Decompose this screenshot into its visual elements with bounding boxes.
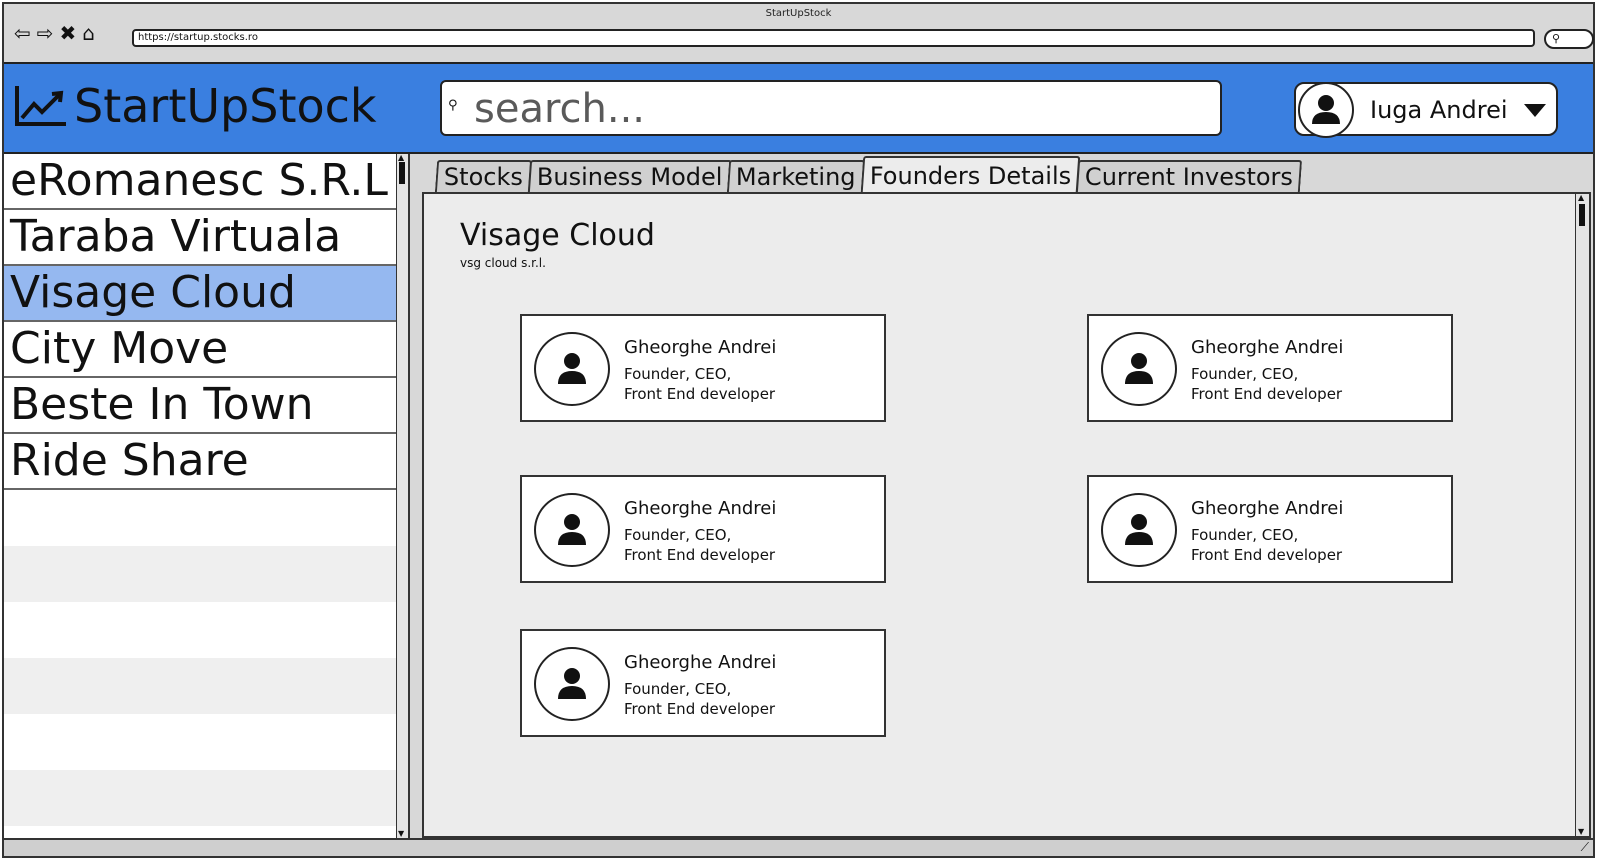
sidebar-item-city-move[interactable]: City Move	[4, 322, 396, 378]
founder-role: Founder, CEO,	[1191, 365, 1299, 383]
tab-business-model[interactable]: Business Model	[527, 160, 732, 192]
startup-sidebar: eRomanesc S.R.L Taraba Virtuala Visage C…	[4, 154, 410, 838]
browser-window: StartUpStock ⇦ ⇨ ✖ ⌂ https://startup.sto…	[2, 2, 1595, 858]
person-icon	[534, 493, 610, 567]
sidebar-item-label: City Move	[10, 323, 229, 374]
sidebar-item-visage-cloud[interactable]: Visage Cloud	[4, 266, 396, 322]
back-arrow-icon[interactable]: ⇦	[14, 22, 31, 44]
founder-name: Gheorghe Andrei	[1191, 498, 1344, 519]
status-bar: ⟋	[4, 838, 1593, 856]
tab-bar: Stocks Business Model Marketing Founders…	[434, 156, 1303, 192]
sidebar-scrollbar[interactable]: ▲ ▼	[396, 154, 408, 838]
sidebar-empty-row	[4, 658, 396, 714]
sidebar-empty-row	[4, 714, 396, 770]
founder-name: Gheorghe Andrei	[624, 498, 777, 519]
tab-label: Stocks	[443, 163, 523, 191]
sidebar-item-beste-in-town[interactable]: Beste In Town	[4, 378, 396, 434]
browser-title: StartUpStock	[765, 8, 832, 19]
founder-role: Founder, CEO,	[624, 365, 732, 383]
scroll-thumb[interactable]	[1579, 204, 1585, 226]
founder-role-detail: Front End developer	[1191, 385, 1343, 403]
founder-role-detail: Front End developer	[1191, 546, 1343, 564]
person-icon	[1101, 493, 1177, 567]
search-icon: ⚲	[448, 98, 458, 113]
person-icon	[534, 332, 610, 406]
founder-card[interactable]: Gheorghe Andrei Founder, CEO, Front End …	[520, 475, 886, 583]
user-avatar-icon	[1298, 82, 1354, 138]
tab-marketing[interactable]: Marketing	[727, 160, 866, 192]
logo-text: StartUpStock	[74, 79, 377, 133]
tab-stocks[interactable]: Stocks	[434, 160, 533, 192]
founder-role: Founder, CEO,	[624, 680, 732, 698]
founder-role-detail: Front End developer	[624, 546, 776, 564]
app-header: StartUpStock ⚲ Iuga Andrei	[4, 62, 1593, 154]
sidebar-empty-row	[4, 770, 396, 826]
tab-label: Business Model	[536, 163, 723, 191]
home-icon[interactable]: ⌂	[82, 22, 95, 44]
company-name: Visage Cloud	[460, 218, 655, 253]
tab-founders-details[interactable]: Founders Details	[860, 156, 1081, 192]
founder-role: Founder, CEO,	[1191, 526, 1299, 544]
search-icon: ⚲	[1552, 32, 1561, 45]
sidebar-item-eromanesc[interactable]: eRomanesc S.R.L	[4, 154, 396, 210]
search-box[interactable]: ⚲	[440, 80, 1222, 136]
forward-arrow-icon[interactable]: ⇨	[37, 22, 54, 44]
founder-card[interactable]: Gheorghe Andrei Founder, CEO, Front End …	[520, 314, 886, 422]
founder-role: Founder, CEO,	[624, 526, 732, 544]
sidebar-item-label: eRomanesc S.R.L	[10, 155, 388, 206]
founder-card[interactable]: Gheorghe Andrei Founder, CEO, Front End …	[1087, 475, 1453, 583]
chevron-down-icon	[1524, 104, 1546, 117]
founder-name: Gheorghe Andrei	[624, 652, 777, 673]
sidebar-empty-row	[4, 490, 396, 546]
sidebar-item-label: Beste In Town	[10, 379, 314, 430]
logo[interactable]: StartUpStock	[14, 78, 377, 134]
scroll-down-icon[interactable]: ▼	[398, 830, 404, 838]
browser-search-button[interactable]: ⚲	[1544, 29, 1594, 49]
company-legal-name: vsg cloud s.r.l.	[460, 256, 546, 270]
close-icon[interactable]: ✖	[60, 22, 77, 44]
founder-card[interactable]: Gheorghe Andrei Founder, CEO, Front End …	[1087, 314, 1453, 422]
resize-grip-icon[interactable]: ⟋	[1581, 840, 1589, 855]
sidebar-item-label: Visage Cloud	[10, 267, 296, 318]
scroll-up-icon[interactable]: ▲	[398, 154, 404, 162]
tab-current-investors[interactable]: Current Investors	[1076, 160, 1303, 192]
scroll-down-icon[interactable]: ▼	[1578, 828, 1584, 836]
user-menu[interactable]: Iuga Andrei	[1294, 82, 1558, 138]
tab-label: Current Investors	[1085, 163, 1294, 191]
founder-role-detail: Front End developer	[624, 700, 776, 718]
tab-label: Marketing	[736, 163, 857, 191]
search-input[interactable]	[472, 86, 1206, 132]
scroll-up-icon[interactable]: ▲	[1578, 194, 1584, 202]
founder-name: Gheorghe Andrei	[1191, 337, 1344, 358]
browser-nav: ⇦ ⇨ ✖ ⌂	[14, 22, 95, 44]
founder-name: Gheorghe Andrei	[624, 337, 777, 358]
founder-role-detail: Front End developer	[624, 385, 776, 403]
sidebar-item-label: Taraba Virtuala	[10, 211, 342, 262]
person-icon	[534, 647, 610, 721]
sidebar-item-label: Ride Share	[10, 435, 249, 486]
founders-panel: Visage Cloud vsg cloud s.r.l. Gheorghe A…	[422, 192, 1591, 838]
chart-trend-icon	[15, 86, 66, 126]
founder-card[interactable]: Gheorghe Andrei Founder, CEO, Front End …	[520, 629, 886, 737]
tab-label: Founders Details	[869, 162, 1072, 190]
content-scrollbar[interactable]: ▲ ▼	[1575, 194, 1589, 836]
url-bar[interactable]: https://startup.stocks.ro	[132, 29, 1535, 47]
scroll-thumb[interactable]	[399, 162, 405, 184]
sidebar-empty-row	[4, 602, 396, 658]
sidebar-empty-row	[4, 546, 396, 602]
user-name: Iuga Andrei	[1370, 96, 1508, 124]
person-icon	[1101, 332, 1177, 406]
sidebar-item-ride-share[interactable]: Ride Share	[4, 434, 396, 490]
sidebar-item-taraba-virtuala[interactable]: Taraba Virtuala	[4, 210, 396, 266]
